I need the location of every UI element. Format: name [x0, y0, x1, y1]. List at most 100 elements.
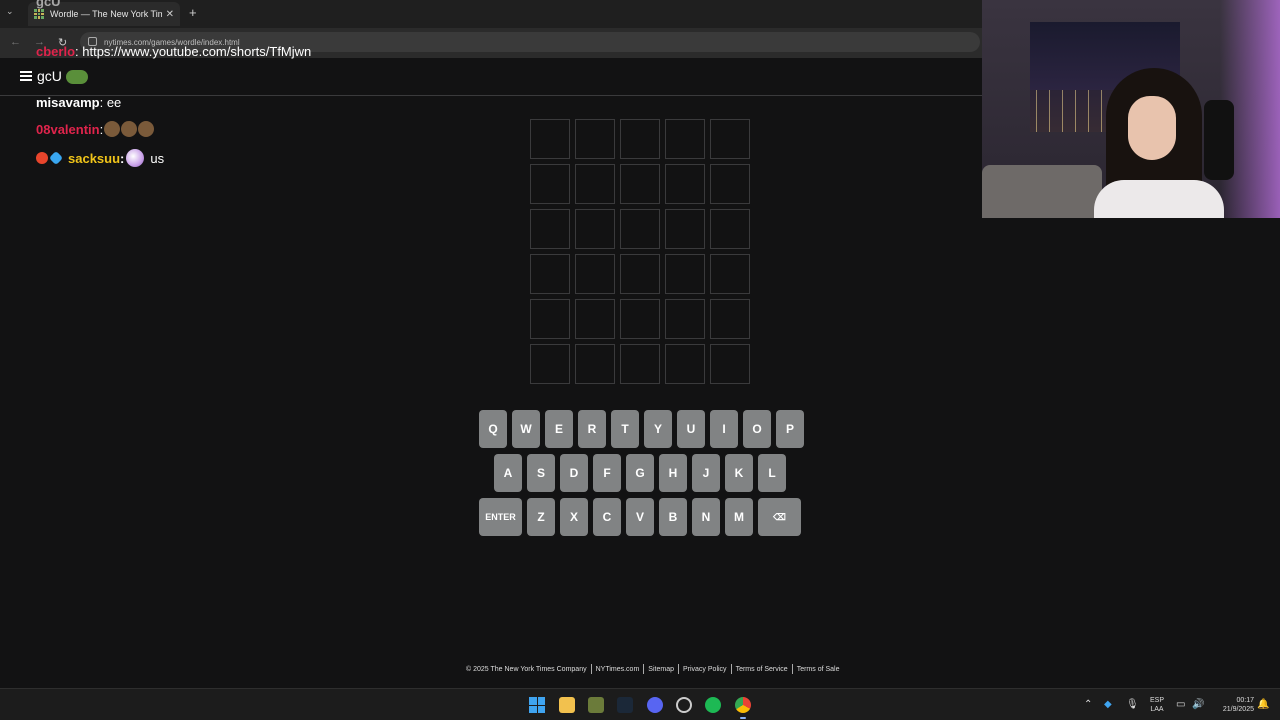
key-t[interactable]: T [611, 410, 639, 448]
clock-time: 00:17 [1236, 697, 1254, 704]
key-k[interactable]: K [725, 454, 753, 492]
footer-link[interactable]: Terms of Service [736, 666, 788, 673]
windows-start-icon[interactable] [529, 697, 545, 713]
microphone-icon[interactable]: 🎙 [1126, 699, 1139, 710]
key-c[interactable]: C [593, 498, 621, 536]
keyboard-row-3: ENTER Z X C V B N M ⌫ [479, 498, 801, 536]
key-p[interactable]: P [776, 410, 804, 448]
spotify-icon[interactable] [705, 697, 721, 713]
key-g[interactable]: G [626, 454, 654, 492]
chat-username: 08valentin [36, 121, 100, 137]
chat-text: : https://www.youtube.com/shorts/TfMjwn [75, 44, 312, 59]
footer-link[interactable]: NYTimes.com [596, 666, 640, 673]
board-tile [710, 164, 750, 204]
notifications-icon[interactable]: 🔔 [1257, 699, 1269, 710]
key-j[interactable]: J [692, 454, 720, 492]
board-tile [665, 209, 705, 249]
key-r[interactable]: R [578, 410, 606, 448]
key-x[interactable]: X [560, 498, 588, 536]
key-s[interactable]: S [527, 454, 555, 492]
key-a[interactable]: A [494, 454, 522, 492]
key-b[interactable]: B [659, 498, 687, 536]
obs-icon[interactable] [676, 697, 692, 713]
key-q[interactable]: Q [479, 410, 507, 448]
board-tile [665, 164, 705, 204]
chat-text-tail: us [150, 150, 165, 166]
network-icon[interactable]: ▭ [1176, 699, 1185, 710]
footer-separator [677, 664, 679, 674]
chat-message: 08valentin : [36, 121, 155, 137]
board-tile [620, 254, 660, 294]
board-tile [620, 299, 660, 339]
orb-emote-icon [126, 149, 145, 167]
chat-username: cberlo [36, 44, 76, 59]
chat-text: : ee [99, 95, 122, 110]
webcam-overlay [982, 0, 1280, 218]
key-o[interactable]: O [743, 410, 771, 448]
key-z[interactable]: Z [527, 498, 555, 536]
key-d[interactable]: D [560, 454, 588, 492]
board-tile [710, 209, 750, 249]
board-tile [575, 164, 615, 204]
volume-icon[interactable]: 🔊 [1192, 699, 1204, 710]
clock[interactable]: 00:17 21/9/2025 [1210, 696, 1254, 714]
key-f[interactable]: F [593, 454, 621, 492]
cam-sofa [982, 165, 1102, 218]
board-tile [530, 164, 570, 204]
board-tile [710, 254, 750, 294]
footer-link[interactable]: Privacy Policy [683, 666, 727, 673]
clock-date: 21/9/2025 [1222, 706, 1254, 713]
key-m[interactable]: M [725, 498, 753, 536]
board-tile [575, 254, 615, 294]
key-w[interactable]: W [512, 410, 540, 448]
face-emote-icon [104, 121, 121, 137]
board-tile [575, 209, 615, 249]
key-h[interactable]: H [659, 454, 687, 492]
footer-separator [590, 664, 592, 674]
minecraft-icon[interactable] [588, 697, 604, 713]
chat-message: cberlo : https://www.youtube.com/shorts/… [36, 44, 311, 59]
footer-separator [791, 664, 793, 674]
board-tile [530, 344, 570, 384]
board-tile [620, 344, 660, 384]
chat-text: : [99, 121, 104, 137]
steam-icon[interactable] [617, 697, 633, 713]
chat-ghost-line: gcU [36, 0, 61, 9]
footer-link[interactable]: © 2025 The New York Times Company [466, 666, 587, 673]
key-l[interactable]: L [758, 454, 786, 492]
chat-username: sacksuu [68, 150, 121, 166]
key-v[interactable]: V [626, 498, 654, 536]
language-indicator[interactable]: ESP LAA [1148, 696, 1166, 714]
board-tile [620, 119, 660, 159]
chat-message: sacksuu : us [36, 149, 164, 167]
defender-icon[interactable]: ◆ [1104, 699, 1112, 710]
footer-link[interactable]: Terms of Sale [797, 666, 840, 673]
chat-overlay: gcU cberlo : https://www.youtube.com/sho… [0, 0, 360, 200]
board-tile [665, 344, 705, 384]
key-i[interactable]: I [710, 410, 738, 448]
board-tile [710, 119, 750, 159]
key-n[interactable]: N [692, 498, 720, 536]
enter-key[interactable]: ENTER [479, 498, 522, 536]
board-tile [530, 119, 570, 159]
key-e[interactable]: E [545, 410, 573, 448]
language-code: ESP [1149, 697, 1164, 704]
tray-chevron-icon[interactable]: ⌃ [1084, 699, 1092, 710]
streamer [1094, 68, 1224, 218]
discord-icon[interactable] [647, 697, 663, 713]
page-footer: © 2025 The New York Times Company NYTimes… [466, 664, 839, 674]
file-explorer-icon[interactable] [559, 697, 575, 713]
footer-separator [643, 664, 645, 674]
taskbar: ⌃ ◆ 🎙 ESP LAA ▭ 🔊 00:17 21/9/2025 🔔 [0, 688, 1280, 720]
board-tile [665, 119, 705, 159]
board-tile [575, 299, 615, 339]
board-tile [530, 254, 570, 294]
wordle-board [530, 119, 750, 387]
footer-link[interactable]: Sitemap [648, 666, 674, 673]
board-tile [665, 299, 705, 339]
chrome-icon[interactable] [735, 697, 751, 719]
backspace-key[interactable]: ⌫ [758, 498, 801, 536]
key-u[interactable]: U [677, 410, 705, 448]
key-y[interactable]: Y [644, 410, 672, 448]
board-tile [575, 119, 615, 159]
